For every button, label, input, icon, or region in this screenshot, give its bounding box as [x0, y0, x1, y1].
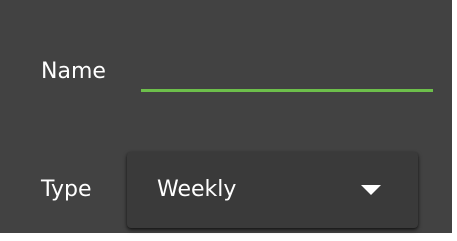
- type-label: Type: [41, 177, 92, 202]
- type-selected-value: Weekly: [157, 177, 237, 202]
- type-dropdown[interactable]: Weekly: [127, 152, 418, 228]
- name-label: Name: [41, 59, 106, 84]
- form-panel: Name Type Weekly: [0, 0, 452, 233]
- caret-down-icon: [361, 185, 381, 195]
- name-input[interactable]: [141, 62, 433, 92]
